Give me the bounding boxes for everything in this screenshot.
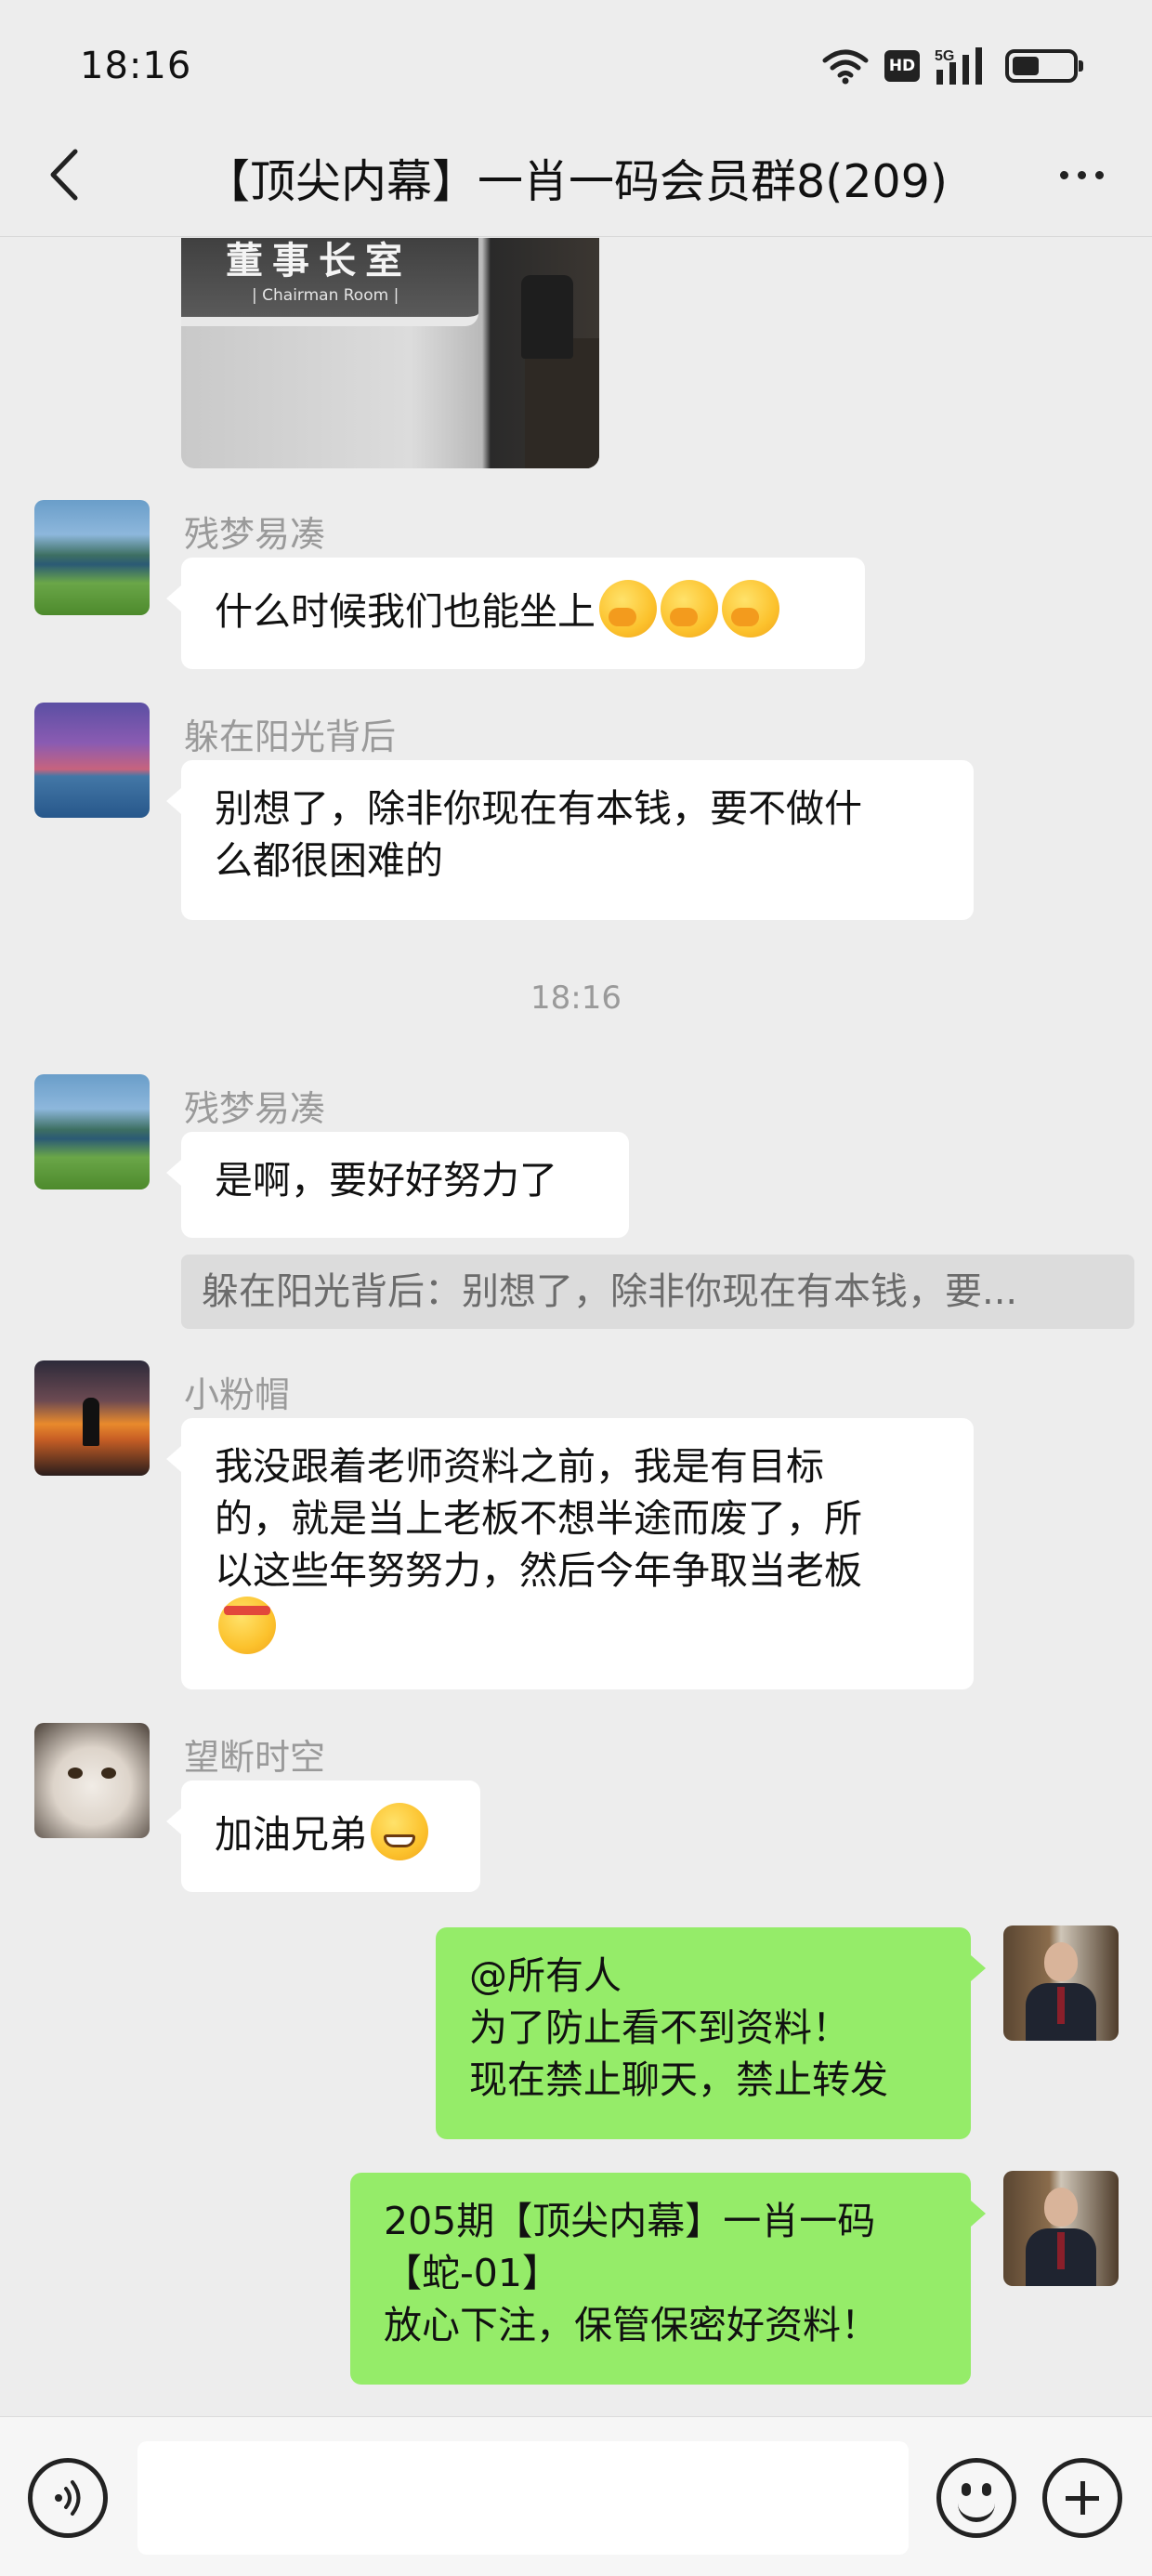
sender-name: 躲在阳光背后 <box>184 716 397 757</box>
back-button[interactable] <box>35 143 91 206</box>
voice-icon <box>55 2480 81 2516</box>
thinking-emoji-icon <box>661 580 718 637</box>
signal-5g-icon: 5G <box>935 47 982 85</box>
message-text: 加油兄弟 <box>215 1812 367 1857</box>
message-bubble[interactable]: 我没跟着老师资料之前，我是有目标 的，就是当上老板不想半途而废了，所 以这些年努… <box>166 1418 974 1689</box>
more-button[interactable] <box>1048 143 1115 206</box>
chair-graphic <box>521 275 573 359</box>
avatar[interactable] <box>34 1723 150 1838</box>
message-text: 现在禁止聊天，禁止转发 <box>469 2057 888 2102</box>
message-text: 么都很困难的 <box>215 838 443 883</box>
avatar[interactable] <box>34 1360 150 1476</box>
sender-name: 残梦易凑 <box>184 1088 326 1129</box>
message-timestamp: 18:16 <box>530 979 622 1017</box>
emoji-button[interactable] <box>936 2458 1016 2538</box>
message-text: 以这些年努努力，然后今年争取当老板 <box>215 1548 862 1593</box>
message-bubble[interactable]: 是啊，要好好努力了 <box>166 1132 629 1238</box>
message-list[interactable]: 董事长室 | Chairman Room | 残梦易凑 什么时候我们也能坐上 躲… <box>0 238 1152 2416</box>
thinking-emoji-icon <box>599 580 657 637</box>
sender-name: 残梦易凑 <box>184 514 326 555</box>
emoji-icon <box>962 2483 971 2496</box>
input-bar <box>0 2416 1152 2576</box>
own-avatar[interactable] <box>1003 2171 1119 2286</box>
chat-screen: 18:16 HD 5G 【顶尖内幕】一肖一码会员群8(209) 董事长室 | C… <box>0 0 1152 2576</box>
plus-button[interactable] <box>1042 2458 1122 2538</box>
sign-subtext: | Chairman Room | <box>252 286 399 305</box>
message-text: 放心下注，保管保密好资料！ <box>384 2303 879 2347</box>
message-input[interactable] <box>137 2441 909 2555</box>
message-text: 205期【顶尖内幕】一肖一码 <box>384 2199 876 2243</box>
nav-bar: 【顶尖内幕】一肖一码会员群8(209) <box>0 112 1152 237</box>
battery-level <box>1013 57 1039 75</box>
message-text: @所有人 <box>469 1953 622 1998</box>
own-message-bubble[interactable]: @所有人 为了防止看不到资料！ 现在禁止聊天，禁止转发 <box>436 1927 986 2139</box>
status-icons: HD 5G <box>821 41 1083 91</box>
door-sign: 董事长室 | Chairman Room | <box>181 238 478 326</box>
message-bubble[interactable]: 什么时候我们也能坐上 <box>166 558 865 669</box>
message-bubble[interactable]: 别想了，除非你现在有本钱，要不做什 么都很困难的 <box>166 760 974 920</box>
message-text: 别想了，除非你现在有本钱，要不做什 <box>215 786 862 831</box>
network-label: 5G <box>935 48 954 64</box>
grin-emoji-icon <box>371 1803 428 1860</box>
sender-name: 小粉帽 <box>184 1374 291 1415</box>
message-text: 什么时候我们也能坐上 <box>215 589 596 634</box>
avatar[interactable] <box>34 703 150 818</box>
message-text: 【蛇-01】 <box>384 2251 560 2295</box>
sign-text: 董事长室 <box>226 240 412 283</box>
quoted-reply[interactable]: 躲在阳光背后：别想了，除非你现在有本钱，要... <box>181 1255 1134 1329</box>
wifi-icon <box>822 49 869 85</box>
hd-icon: HD <box>884 50 920 82</box>
message-text: 我没跟着老师资料之前，我是有目标 <box>215 1444 824 1489</box>
determined-emoji-icon <box>218 1597 276 1654</box>
thinking-emoji-icon <box>722 580 779 637</box>
image-message[interactable]: 董事长室 | Chairman Room | <box>181 238 599 468</box>
message-text: 为了防止看不到资料！ <box>469 2005 850 2050</box>
chat-title[interactable]: 【顶尖内幕】一肖一码会员群8(209) <box>130 145 1022 211</box>
message-text: 的，就是当上老板不想半途而废了，所 <box>215 1496 862 1541</box>
avatar[interactable] <box>34 500 150 615</box>
message-text: 是啊，要好好努力了 <box>215 1158 557 1203</box>
avatar[interactable] <box>34 1074 150 1189</box>
sender-name: 望断时空 <box>184 1737 326 1778</box>
voice-button[interactable] <box>28 2458 108 2538</box>
own-avatar[interactable] <box>1003 1925 1119 2041</box>
status-time: 18:16 <box>80 45 192 87</box>
more-dots-icon <box>1059 170 1068 179</box>
chevron-left-icon <box>50 149 78 201</box>
own-message-bubble[interactable]: 205期【顶尖内幕】一肖一码 【蛇-01】 放心下注，保管保密好资料！ <box>350 2173 986 2385</box>
message-bubble[interactable]: 加油兄弟 <box>166 1781 480 1892</box>
battery-icon <box>1005 49 1083 83</box>
